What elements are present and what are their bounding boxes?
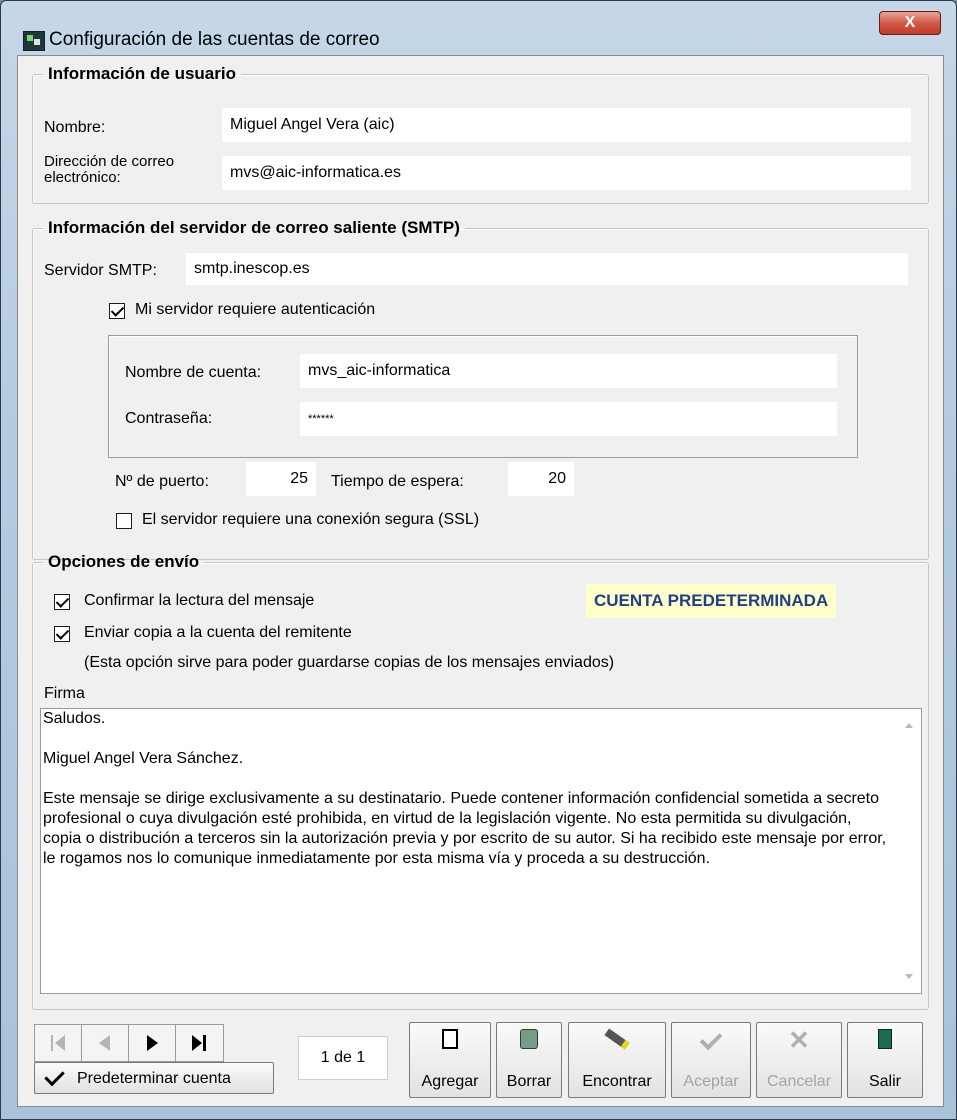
confirm-read-checkbox[interactable] xyxy=(54,594,70,610)
add-button[interactable]: Agregar xyxy=(409,1022,491,1098)
dialog-body: Información de usuario Nombre: Dirección… xyxy=(17,55,944,1107)
app-icon xyxy=(23,31,45,51)
add-label: Agregar xyxy=(421,1073,479,1090)
close-button[interactable]: X xyxy=(879,11,941,35)
default-account-badge: CUENTA PREDETERMINADA xyxy=(586,584,837,618)
password-field[interactable] xyxy=(300,402,837,436)
smtp-server-field[interactable] xyxy=(186,253,908,285)
new-page-icon xyxy=(442,1029,458,1049)
send-copy-checkbox[interactable] xyxy=(54,626,70,642)
last-record-button[interactable] xyxy=(176,1025,223,1061)
auth-checkbox[interactable] xyxy=(109,303,125,319)
scroll-up-icon[interactable] xyxy=(905,723,913,728)
exit-button[interactable]: Salir xyxy=(847,1022,923,1098)
email-field[interactable] xyxy=(222,156,911,190)
window-title: Configuración de las cuentas de correo xyxy=(49,29,380,50)
first-record-button[interactable] xyxy=(35,1025,82,1061)
cancel-label: Cancelar xyxy=(766,1073,832,1090)
account-label: Nombre de cuenta: xyxy=(125,364,262,381)
port-label: Nº de puerto: xyxy=(115,473,209,490)
prev-icon xyxy=(99,1035,110,1051)
name-label: Nombre: xyxy=(44,119,106,136)
user-info-legend: Información de usuario xyxy=(48,64,236,83)
flashlight-icon xyxy=(604,1028,630,1050)
make-default-label: Predeterminar cuenta xyxy=(77,1070,231,1087)
last-arrow-icon xyxy=(192,1035,202,1051)
ssl-checkbox[interactable] xyxy=(116,513,132,529)
last-icon xyxy=(203,1035,206,1051)
password-label: Contraseña: xyxy=(125,410,213,427)
cancel-button[interactable]: ✕ Cancelar xyxy=(756,1022,842,1098)
smtp-legend: Información del servidor de correo salie… xyxy=(48,218,460,237)
first-arrow-icon xyxy=(55,1035,65,1051)
confirm-read-label: Confirmar la lectura del mensaje xyxy=(84,592,315,609)
config-window: Configuración de las cuentas de correo X… xyxy=(0,0,957,1120)
send-copy-note: (Esta opción sirve para poder guardarse … xyxy=(84,654,615,671)
accept-label: Aceptar xyxy=(683,1073,739,1090)
smtp-server-label: Servidor SMTP: xyxy=(44,262,157,279)
exit-door-icon xyxy=(878,1029,892,1049)
timeout-field[interactable] xyxy=(508,462,574,496)
first-icon xyxy=(51,1035,53,1051)
record-navigator xyxy=(34,1024,224,1062)
signature-line: Miguel Angel Vera Sánchez. xyxy=(43,750,244,767)
name-field[interactable] xyxy=(222,108,911,142)
check-icon-disabled xyxy=(699,1027,723,1051)
check-icon xyxy=(44,1065,65,1087)
port-field[interactable] xyxy=(246,462,316,496)
next-record-button[interactable] xyxy=(129,1025,176,1061)
send-options-legend: Opciones de envío xyxy=(48,552,200,571)
signature-line: Este mensaje se dirige exclusivamente a … xyxy=(43,790,887,867)
scroll-down-icon[interactable] xyxy=(905,974,913,979)
recycle-bin-icon xyxy=(520,1029,538,1049)
prev-record-button[interactable] xyxy=(82,1025,129,1061)
delete-button[interactable]: Borrar xyxy=(496,1022,562,1098)
timeout-label: Tiempo de espera: xyxy=(331,473,464,490)
next-icon xyxy=(147,1035,158,1051)
signature-line: Saludos. xyxy=(43,710,106,727)
title-bar[interactable]: Configuración de las cuentas de correo X xyxy=(1,1,956,51)
account-field[interactable] xyxy=(300,354,837,388)
exit-label: Salir xyxy=(868,1073,901,1090)
find-button[interactable]: Encontrar xyxy=(568,1022,666,1098)
find-label: Encontrar xyxy=(582,1073,652,1090)
ssl-label: El servidor requiere una conexión segura… xyxy=(142,511,480,528)
make-default-button[interactable]: Predeterminar cuenta xyxy=(34,1062,274,1094)
delete-label: Borrar xyxy=(506,1073,552,1090)
record-counter: 1 de 1 xyxy=(298,1036,388,1080)
auth-label: Mi servidor requiere autenticación xyxy=(135,301,376,318)
email-label: Dirección de correo electrónico: xyxy=(44,153,175,186)
signature-label: Firma xyxy=(44,685,85,702)
x-icon-disabled: ✕ xyxy=(788,1025,810,1055)
send-copy-label: Enviar copia a la cuenta del remitente xyxy=(84,624,352,641)
signature-memo[interactable]: Saludos. Miguel Angel Vera Sánchez. Este… xyxy=(40,708,922,994)
accept-button[interactable]: Aceptar xyxy=(671,1022,751,1098)
signature-text: Saludos. Miguel Angel Vera Sánchez. Este… xyxy=(43,709,891,889)
